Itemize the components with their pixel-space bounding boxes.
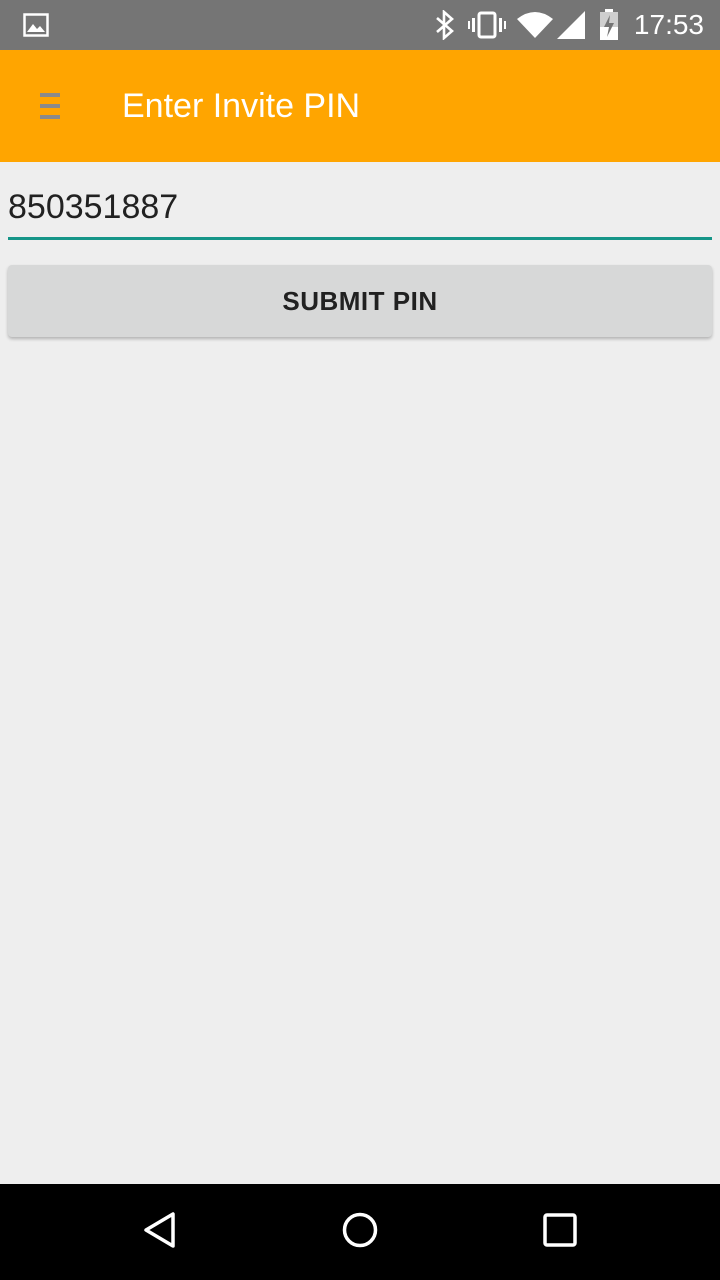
- signal-icon: [556, 0, 586, 50]
- status-bar: 17:53: [0, 0, 720, 50]
- battery-charging-icon: [596, 0, 622, 50]
- app-screen: 17:53 Enter Invite PIN SUBMIT PIN: [0, 0, 720, 1280]
- image-notification-icon: [22, 0, 50, 50]
- recents-icon: [542, 1212, 578, 1253]
- app-bar: Enter Invite PIN: [0, 50, 720, 162]
- home-icon: [340, 1210, 380, 1255]
- recents-button[interactable]: [500, 1184, 620, 1280]
- pin-field: [8, 178, 712, 240]
- page-title: Enter Invite PIN: [122, 86, 361, 125]
- hamburger-menu-icon: [38, 91, 62, 126]
- back-button[interactable]: [100, 1184, 220, 1280]
- navigation-bar: [0, 1184, 720, 1280]
- status-time: 17:53: [633, 9, 704, 40]
- menu-button[interactable]: [14, 72, 86, 144]
- wifi-icon: [516, 0, 554, 50]
- pin-input[interactable]: [8, 178, 712, 236]
- home-button[interactable]: [300, 1184, 420, 1280]
- back-icon: [140, 1210, 180, 1255]
- submit-pin-button[interactable]: SUBMIT PIN: [8, 265, 712, 337]
- vibrate-icon: [468, 0, 506, 50]
- bluetooth-icon: [432, 0, 458, 50]
